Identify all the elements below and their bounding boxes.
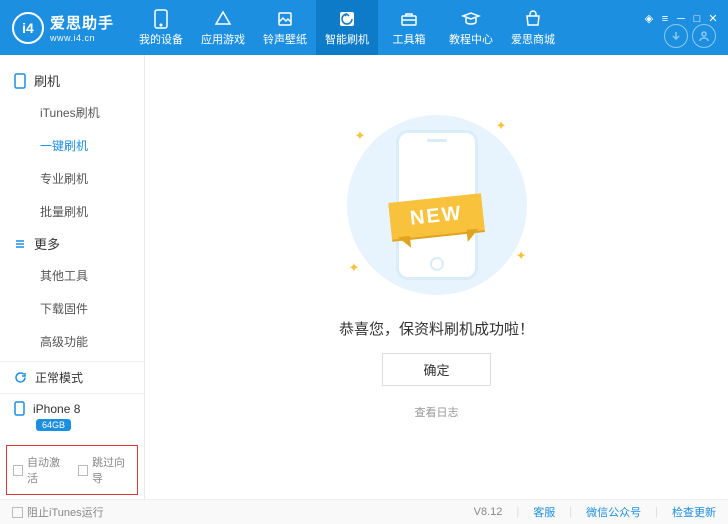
download-button[interactable] [664, 24, 688, 48]
header: i4 爱思助手 www.i4.cn 我的设备 应用游戏 铃声壁纸 智能刷机 工具… [0, 0, 728, 55]
support-link[interactable]: 客服 [533, 504, 555, 520]
wallpaper-icon [275, 9, 295, 29]
toolbox-icon [399, 9, 419, 29]
logo[interactable]: i4 爱思助手 www.i4.cn [8, 7, 118, 49]
brand-title: 爱思助手 [50, 12, 114, 33]
storage-badge: 64GB [36, 419, 71, 431]
phone-icon [14, 73, 26, 89]
sidebar-options-box: 自动激活 跳过向导 [6, 445, 138, 495]
sidebar-section-more[interactable]: 更多 [0, 228, 144, 259]
flash-icon [337, 9, 357, 29]
nav: 我的设备 应用游戏 铃声壁纸 智能刷机 工具箱 教程中心 爱思商城 [130, 0, 564, 55]
sidebar-item-itunes-flash[interactable]: iTunes刷机 [0, 96, 144, 129]
sidebar-item-batch-flash[interactable]: 批量刷机 [0, 195, 144, 228]
tutorial-icon [461, 9, 481, 29]
success-illustration: ✦✦✦✦ NEW [327, 110, 547, 300]
phone-icon [14, 401, 25, 416]
phone-icon [151, 9, 171, 29]
mall-icon [523, 9, 543, 29]
view-log-link[interactable]: 查看日志 [415, 404, 459, 420]
checkbox-block-itunes[interactable]: 阻止iTunes运行 [12, 504, 104, 520]
sidebar: 刷机 iTunes刷机 一键刷机 专业刷机 批量刷机 更多 其他工具 下载固件 … [0, 55, 145, 499]
brand-url: www.i4.cn [50, 33, 114, 43]
footer: 阻止iTunes运行 V8.12 | 客服 | 微信公众号 | 检查更新 [0, 499, 728, 524]
nav-toolbox[interactable]: 工具箱 [378, 0, 440, 55]
more-icon [14, 238, 26, 250]
sidebar-item-pro-flash[interactable]: 专业刷机 [0, 162, 144, 195]
content: ✦✦✦✦ NEW 恭喜您，保资料刷机成功啦！ 确定 查看日志 [145, 55, 728, 499]
confirm-button[interactable]: 确定 [382, 353, 490, 386]
wechat-link[interactable]: 微信公众号 [586, 504, 641, 520]
sidebar-item-oneclick-flash[interactable]: 一键刷机 [0, 129, 144, 162]
nav-apps[interactable]: 应用游戏 [192, 0, 254, 55]
update-link[interactable]: 检查更新 [672, 504, 716, 520]
sidebar-device[interactable]: iPhone 8 64GB [0, 393, 144, 441]
nav-tutorial[interactable]: 教程中心 [440, 0, 502, 55]
sidebar-section-flash[interactable]: 刷机 [0, 65, 144, 96]
sidebar-status[interactable]: 正常模式 [0, 361, 144, 393]
success-message: 恭喜您，保资料刷机成功啦！ [339, 318, 534, 339]
user-button[interactable] [692, 24, 716, 48]
skin-button[interactable]: ◈ [642, 12, 656, 26]
logo-badge: i4 [12, 12, 44, 44]
sidebar-item-other-tools[interactable]: 其他工具 [0, 259, 144, 292]
apps-icon [213, 9, 233, 29]
version-label: V8.12 [474, 506, 503, 518]
nav-flash[interactable]: 智能刷机 [316, 0, 378, 55]
nav-mall[interactable]: 爱思商城 [502, 0, 564, 55]
checkbox-skip-guide[interactable]: 跳过向导 [78, 454, 131, 486]
sidebar-item-advanced[interactable]: 高级功能 [0, 325, 144, 358]
sidebar-item-download-firmware[interactable]: 下载固件 [0, 292, 144, 325]
nav-wallpaper[interactable]: 铃声壁纸 [254, 0, 316, 55]
refresh-icon [14, 371, 27, 384]
checkbox-auto-activate[interactable]: 自动激活 [13, 454, 66, 486]
device-name: iPhone 8 [33, 402, 80, 416]
nav-my-device[interactable]: 我的设备 [130, 0, 192, 55]
main: 刷机 iTunes刷机 一键刷机 专业刷机 批量刷机 更多 其他工具 下载固件 … [0, 55, 728, 499]
